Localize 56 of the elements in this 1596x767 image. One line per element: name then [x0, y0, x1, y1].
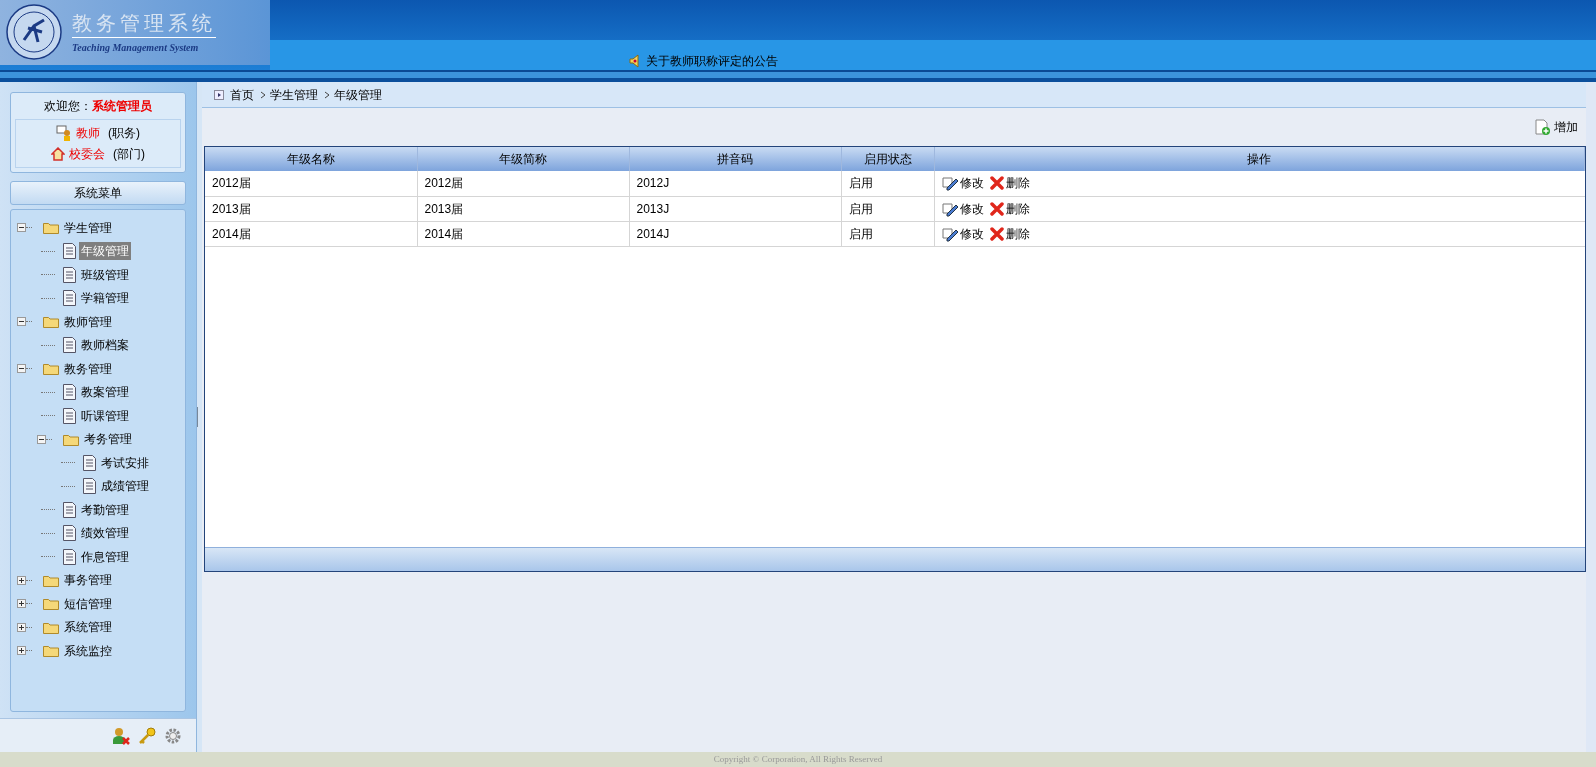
tree-folder[interactable]: 教师管理 [62, 312, 114, 331]
table-cell: 2014届 [417, 221, 629, 246]
tree-folder[interactable]: 系统管理 [62, 618, 114, 637]
tree-folder[interactable]: 系统监控 [62, 641, 114, 660]
department-label: (部门) [113, 146, 145, 163]
tree-item[interactable]: 年级管理 [79, 242, 131, 261]
breadcrumb-link[interactable]: 年级管理 [334, 85, 382, 104]
add-button[interactable]: 增加 [1534, 118, 1578, 136]
breadcrumb-link[interactable]: 学生管理 [270, 85, 318, 104]
table-cell: 2013J [629, 196, 841, 221]
role-name: 教师 [76, 125, 100, 142]
column-header: 年级名称 [205, 147, 417, 171]
table-cell: 2014届 [205, 221, 417, 246]
tree-item[interactable]: 班级管理 [79, 265, 131, 284]
breadcrumb-link[interactable]: 首页 [230, 85, 254, 104]
tree-folder[interactable]: 事务管理 [62, 571, 114, 590]
table-cell: 启用 [841, 221, 934, 246]
tree-item[interactable]: 教案管理 [79, 383, 131, 402]
tree-item[interactable]: 成绩管理 [99, 477, 151, 496]
edit-link[interactable]: 修改 [941, 174, 984, 193]
column-header: 启用状态 [841, 147, 934, 171]
notice-link[interactable]: 关于教师职称评定的公告 [646, 52, 778, 70]
tree-folder[interactable]: 教务管理 [62, 359, 114, 378]
delete-link[interactable]: 删除 [989, 199, 1030, 218]
table-cell: 启用 [841, 171, 934, 196]
delete-link[interactable]: 删除 [989, 224, 1030, 243]
role-label: (职务) [108, 125, 140, 142]
table-cell: 2012届 [205, 171, 417, 196]
system-subtitle: Teaching Management System [72, 37, 216, 55]
tree-item[interactable]: 学籍管理 [79, 289, 131, 308]
tree-folder[interactable]: 学生管理 [62, 218, 114, 237]
tree-folder[interactable]: 短信管理 [62, 594, 114, 613]
column-header: 年级简称 [417, 147, 629, 171]
tree-item[interactable]: 作息管理 [79, 547, 131, 566]
table-cell: 2013届 [205, 196, 417, 221]
department-name: 校委会 [69, 146, 105, 163]
menu-header[interactable]: 系统菜单 [10, 181, 186, 205]
tree-item[interactable]: 教师档案 [79, 336, 131, 355]
tree-item[interactable]: 听课管理 [79, 406, 131, 425]
tree-item[interactable]: 绩效管理 [79, 524, 131, 543]
delete-link[interactable]: 删除 [989, 174, 1030, 193]
tree-item[interactable]: 考勤管理 [79, 500, 131, 519]
welcome-label: 欢迎您： [44, 98, 92, 115]
table-cell: 启用 [841, 196, 934, 221]
user-name: 系统管理员 [92, 98, 152, 115]
column-header: 操作 [934, 147, 1585, 171]
table-cell: 2014J [629, 221, 841, 246]
system-title: 教务管理系统 [72, 10, 216, 37]
edit-link[interactable]: 修改 [941, 224, 984, 243]
tree-folder[interactable]: 考务管理 [82, 430, 134, 449]
edit-link[interactable]: 修改 [941, 199, 984, 218]
table-cell: 2013届 [417, 196, 629, 221]
column-header: 拼音码 [629, 147, 841, 171]
table-cell: 2012届 [417, 171, 629, 196]
tree-item[interactable]: 考试安排 [99, 453, 151, 472]
table-cell: 2012J [629, 171, 841, 196]
